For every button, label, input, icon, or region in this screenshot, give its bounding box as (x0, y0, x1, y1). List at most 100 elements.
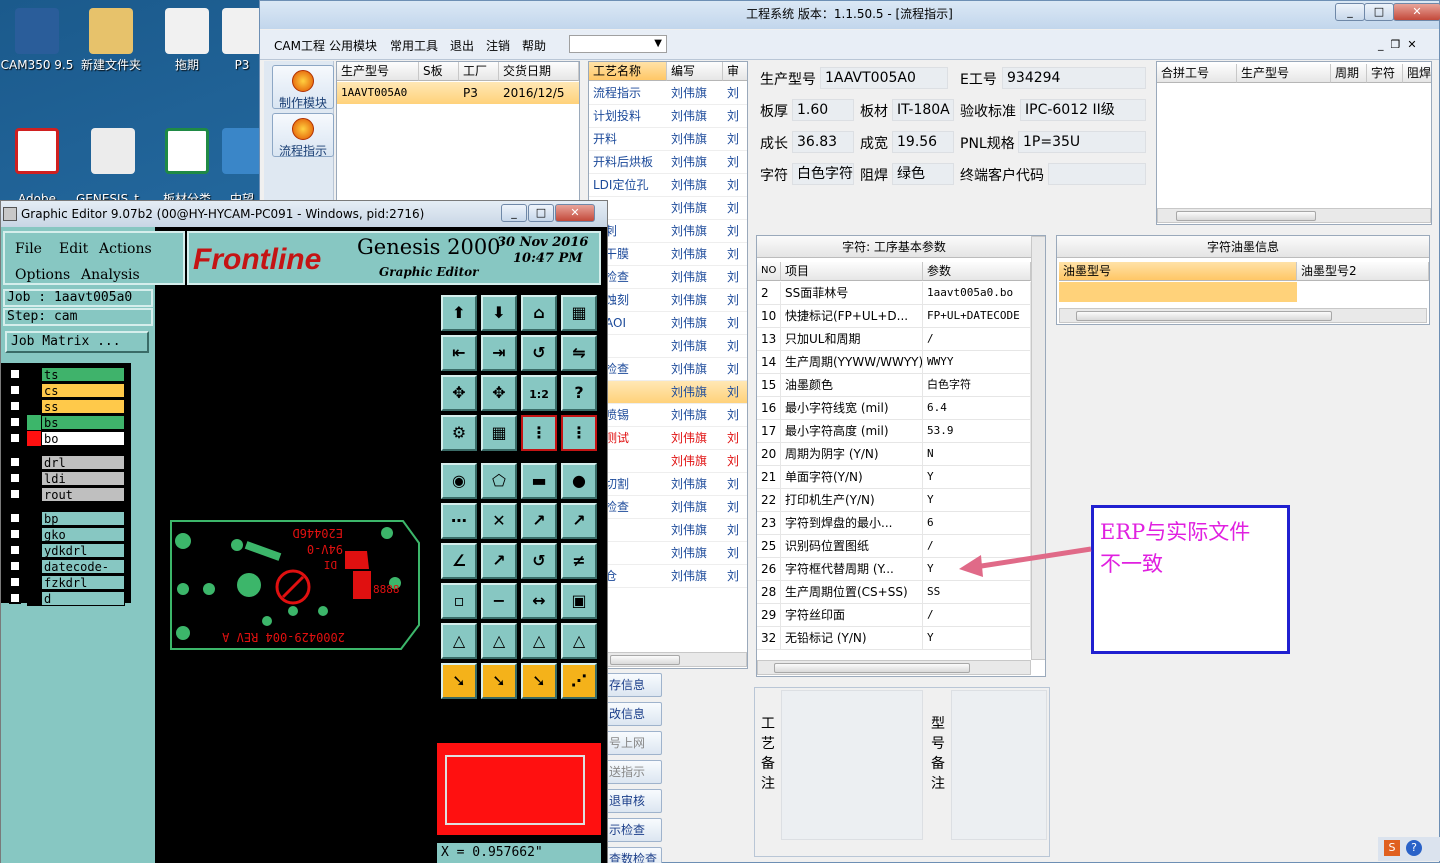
minimize-button[interactable]: _ (1335, 3, 1365, 21)
layer-checkbox[interactable] (9, 368, 21, 380)
table-row[interactable]: 15 油墨颜色 白色字符 (757, 374, 1031, 397)
layer-row[interactable]: gko (9, 527, 125, 542)
table-row[interactable]: 28 生产周期位置(CS+SS) SS (757, 581, 1031, 604)
layer-checkbox[interactable] (9, 544, 21, 556)
width-field[interactable]: 19.56 (892, 131, 954, 153)
tool-button[interactable]: ▦ (561, 295, 597, 331)
tool-button[interactable]: ⋰ (561, 663, 597, 699)
side-button[interactable]: 改信息 (606, 702, 662, 726)
table-row[interactable]: 14 生产周期(YYWW/WWYY) WWYY (757, 351, 1031, 374)
side-button[interactable]: 送指示 (606, 760, 662, 784)
menu-file[interactable]: File (15, 241, 42, 257)
tool-button[interactable]: ↺ (521, 335, 557, 371)
table-row[interactable]: 装刘伟旗刘 (589, 542, 747, 565)
params-header-no[interactable]: NO (757, 262, 781, 281)
table-row[interactable]: 层AOI 刘伟旗刘 (589, 312, 747, 335)
table-row[interactable]: 21 单面字符(Y/N) Y (757, 466, 1031, 489)
preview-pane[interactable] (437, 723, 601, 843)
merge-header-char[interactable]: 字符 (1367, 64, 1403, 83)
layer-checkbox[interactable] (9, 416, 21, 428)
length-field[interactable]: 36.83 (792, 131, 854, 153)
side-button[interactable]: 示检查 (606, 818, 662, 842)
layer-checkbox[interactable] (9, 512, 21, 524)
menu-common-tools[interactable]: 常用工具 (390, 37, 438, 54)
tool-button[interactable]: ∠ (441, 543, 477, 579)
table-row[interactable]: 品仓刘伟旗刘 (589, 565, 747, 588)
layer-row[interactable]: d (9, 591, 125, 606)
side-button[interactable]: 查数检查 (606, 847, 662, 863)
table-row[interactable]: 计划投料 刘伟旗 刘 (589, 105, 747, 128)
tool-button[interactable]: ✕ (481, 503, 517, 539)
table-row[interactable]: 检刘伟旗刘 (589, 519, 747, 542)
table-row[interactable]: 孔刘伟旗刘 (589, 197, 747, 220)
job-matrix-button[interactable]: Job Matrix ... (5, 331, 149, 353)
desktop-icon-p3[interactable]: P3 (222, 2, 262, 72)
tool-button[interactable]: ✥ (481, 375, 517, 411)
menu-help[interactable]: 帮助 (522, 37, 546, 54)
layer-checkbox[interactable] (9, 384, 21, 396)
ge-close-button[interactable]: ✕ (555, 204, 595, 222)
layer-row[interactable]: cs (9, 383, 125, 398)
tool-button[interactable]: ⌂ (521, 295, 557, 331)
table-row[interactable]: 13 只加UL和周期 / (757, 328, 1031, 351)
table-row[interactable]: 焊刘伟旗刘 (589, 335, 747, 358)
eno-field[interactable]: 934294 (1002, 67, 1146, 89)
side-button[interactable]: 退审核 (606, 789, 662, 813)
table-row[interactable]: 10 快捷标记(FP+UL+D... FP+UL+DATECODE (757, 305, 1031, 328)
tool-button[interactable]: 1:2 (521, 375, 557, 411)
tool-button[interactable]: ⇋ (561, 335, 597, 371)
acceptance-field[interactable]: IPC-6012 II级 (1020, 99, 1146, 121)
layer-row[interactable]: fzkdrl (9, 575, 125, 590)
tool-button[interactable]: ✥ (441, 375, 477, 411)
tool-button[interactable]: ⚙ (441, 415, 477, 451)
menu-common-modules[interactable]: 公用模块 (329, 37, 377, 54)
tool-button[interactable]: ? (561, 375, 597, 411)
table-row[interactable]: 流程指示 刘伟旗 刘 (589, 82, 747, 105)
process-header-review[interactable]: 审 (723, 62, 747, 81)
side-button[interactable]: 存信息 (606, 673, 662, 697)
table-row[interactable]: LDI定位孔 刘伟旗 刘 (589, 174, 747, 197)
layer-checkbox[interactable] (9, 400, 21, 412)
table-row[interactable]: 20 周期为阴字 (Y/N) N (757, 443, 1031, 466)
process-hscroll[interactable] (589, 652, 747, 667)
layer-checkbox[interactable] (9, 456, 21, 468)
tool-button[interactable]: △ (481, 623, 517, 659)
pnl-field[interactable]: 1P=35U (1018, 131, 1146, 153)
tool-button[interactable]: △ (521, 623, 557, 659)
table-row[interactable]: 符刘伟旗刘 (589, 381, 747, 404)
tool-button[interactable]: ↗ (561, 503, 597, 539)
table-row[interactable]: 23 字符到焊盘的最小... 6 (757, 512, 1031, 535)
table-row[interactable]: 2 SS面菲林号 1aavt005a0.bo (757, 282, 1031, 305)
ink-header-model[interactable]: 油墨型号 (1059, 262, 1297, 281)
side-button[interactable]: 号上网 (606, 731, 662, 755)
close-button[interactable]: ✕ (1393, 3, 1440, 21)
material-field[interactable]: IT-180A (892, 99, 954, 121)
layer-row[interactable]: ss (9, 399, 125, 414)
tool-button[interactable]: ➘ (481, 663, 517, 699)
layer-row[interactable]: ydkdrl (9, 543, 125, 558)
table-row[interactable]: 子测试 刘伟旗刘 (589, 427, 747, 450)
params-header-item[interactable]: 项目 (781, 262, 923, 281)
tool-button[interactable]: ↗ (481, 543, 517, 579)
layer-checkbox[interactable] (9, 528, 21, 540)
orders-header-factory[interactable]: 工厂 (459, 62, 499, 81)
tool-button[interactable]: ≠ (561, 543, 597, 579)
tool-button[interactable]: ↺ (521, 543, 557, 579)
ink-hscroll[interactable] (1059, 308, 1427, 323)
tool-button[interactable]: ⬆ (441, 295, 477, 331)
thickness-field[interactable]: 1.60 (792, 99, 854, 121)
tool-button[interactable]: ▫ (441, 583, 477, 619)
layer-row[interactable]: bo (9, 431, 125, 446)
params-header-value[interactable]: 参数 (923, 262, 1031, 281)
table-row[interactable]: 能检查 刘伟旗刘 (589, 496, 747, 519)
maximize-button[interactable]: □ (1364, 3, 1394, 21)
tool-button[interactable]: ↗ (521, 503, 557, 539)
layer-checkbox[interactable] (9, 560, 21, 572)
table-row[interactable]: 开料 刘伟旗 刘 (589, 128, 747, 151)
menu-edit[interactable]: Edit (59, 241, 88, 257)
tool-button[interactable]: − (481, 583, 517, 619)
mdi-window-controls[interactable]: _ ❐ ✕ (1378, 38, 1417, 51)
layer-row[interactable]: ldi (9, 471, 125, 486)
layer-checkbox[interactable] (9, 488, 21, 500)
layer-row[interactable]: ts (9, 367, 125, 382)
